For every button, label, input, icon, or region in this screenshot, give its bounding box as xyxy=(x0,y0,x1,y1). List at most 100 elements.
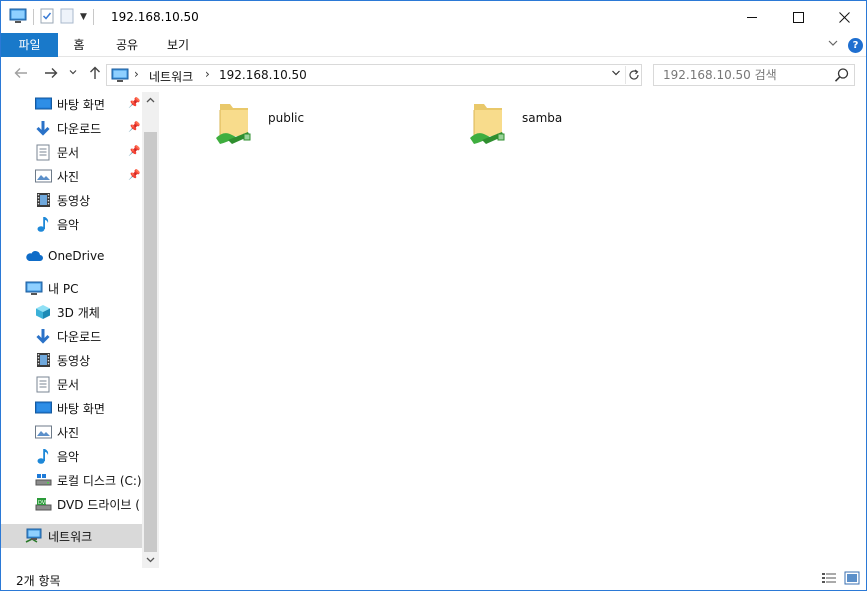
minimize-button[interactable] xyxy=(729,1,775,33)
up-arrow-icon xyxy=(90,66,100,79)
breadcrumb-host[interactable]: 192.168.10.50 xyxy=(219,68,307,82)
svg-text:DVD: DVD xyxy=(38,500,49,506)
nav-item-network[interactable]: 네트워크 xyxy=(1,524,142,548)
explorer-window: ▼ 192.168.10.50 파일 홈 공유 보기 ? › 네트워크 › 19… xyxy=(0,0,867,591)
nav-item-this-pc[interactable]: 내 PC xyxy=(1,276,142,300)
search-input[interactable] xyxy=(654,65,830,85)
maximize-button[interactable] xyxy=(775,1,821,33)
help-icon[interactable]: ? xyxy=(848,38,863,53)
desktop-icon xyxy=(34,95,52,113)
customize-qat-chevron-icon[interactable]: ▼ xyxy=(80,12,87,22)
share-item-label: public xyxy=(268,111,305,125)
nav-item-pictures[interactable]: 사진 xyxy=(1,164,142,188)
nav-item-music[interactable]: 음악 xyxy=(1,212,142,236)
back-arrow-icon xyxy=(14,68,27,78)
close-icon xyxy=(838,11,850,23)
quick-access-toolbar: ▼ xyxy=(9,8,94,26)
network-icon xyxy=(25,527,43,545)
nav-item-downloads[interactable]: 다운로드 xyxy=(1,116,142,140)
search-icon[interactable] xyxy=(834,67,850,83)
maximize-icon xyxy=(792,11,804,23)
share-item-samba[interactable]: samba xyxy=(468,100,562,152)
forward-arrow-icon xyxy=(45,68,58,78)
nav-item-local-disk[interactable]: 로컬 디스크 (C:) xyxy=(1,468,142,492)
nav-item-videos[interactable]: 동영상 xyxy=(1,188,142,212)
nav-item-pc-music[interactable]: 음악 xyxy=(1,444,142,468)
music-icon xyxy=(34,447,52,465)
nav-item-pc-documents[interactable]: 문서 xyxy=(1,372,142,396)
item-count: 2개 항목 xyxy=(16,574,61,588)
ribbon-tabs: 파일 홈 공유 보기 ? xyxy=(1,33,866,57)
nav-item-dvd-drive[interactable]: DVD DVD 드라이브 ( xyxy=(1,492,142,516)
nav-item-pc-downloads[interactable]: 다운로드 xyxy=(1,324,142,348)
scroll-up-icon[interactable] xyxy=(142,92,159,109)
close-button[interactable] xyxy=(821,1,867,33)
pc-icon xyxy=(25,279,43,297)
cube-icon xyxy=(34,303,52,321)
status-bar: 2개 항목 xyxy=(1,568,866,590)
back-button[interactable] xyxy=(11,65,31,85)
navigation-pane: 바탕 화면 📌 다운로드 📌 문서 📌 사진 📌 동영상 음악 OneDrive… xyxy=(1,92,159,568)
qat-separator xyxy=(92,9,94,25)
breadcrumb-chevron-icon[interactable]: › xyxy=(134,67,139,81)
nav-item-pc-pictures[interactable]: 사진 xyxy=(1,420,142,444)
search-box[interactable] xyxy=(653,64,855,86)
address-bar[interactable]: › 네트워크 › 192.168.10.50 xyxy=(106,64,642,86)
pc-icon xyxy=(111,68,129,86)
shared-folder-icon xyxy=(468,100,508,146)
nav-item-3d-objects[interactable]: 3D 개체 xyxy=(1,300,142,324)
breadcrumb-network[interactable]: 네트워크 xyxy=(149,68,193,85)
expand-ribbon-chevron-icon[interactable] xyxy=(827,37,839,52)
up-button[interactable] xyxy=(85,65,105,85)
minimize-icon xyxy=(746,16,757,18)
qat-separator xyxy=(33,9,34,25)
drive-icon xyxy=(34,471,52,489)
recent-locations-button[interactable] xyxy=(63,65,83,85)
nav-item-desktop[interactable]: 바탕 화면 xyxy=(1,92,142,116)
large-icons-view-icon[interactable] xyxy=(844,571,860,587)
pin-icon[interactable]: 📌 xyxy=(128,122,140,133)
content-area[interactable]: public samba xyxy=(159,92,866,568)
nav-item-documents[interactable]: 문서 xyxy=(1,140,142,164)
desktop-icon xyxy=(34,399,52,417)
download-icon xyxy=(34,119,52,137)
document-icon xyxy=(34,375,52,393)
scrollbar-thumb[interactable] xyxy=(144,132,157,552)
nav-item-pc-desktop[interactable]: 바탕 화면 xyxy=(1,396,142,420)
pictures-icon xyxy=(34,167,52,185)
share-item-public[interactable]: public xyxy=(214,100,304,152)
new-folder-icon[interactable] xyxy=(60,8,74,27)
nav-pane-scrollbar[interactable] xyxy=(142,92,159,568)
tab-home[interactable]: 홈 xyxy=(63,33,95,57)
nav-item-onedrive[interactable]: OneDrive xyxy=(1,244,142,268)
navigation-bar: › 네트워크 › 192.168.10.50 xyxy=(1,58,866,92)
dvd-icon: DVD xyxy=(34,495,52,513)
properties-icon[interactable] xyxy=(40,8,54,27)
video-icon xyxy=(34,191,52,209)
pin-icon[interactable]: 📌 xyxy=(128,170,140,181)
download-icon xyxy=(34,327,52,345)
scroll-down-icon[interactable] xyxy=(142,551,159,568)
refresh-button[interactable] xyxy=(625,66,641,84)
tab-file[interactable]: 파일 xyxy=(1,33,58,57)
music-icon xyxy=(34,215,52,233)
cloud-icon xyxy=(25,247,43,265)
chevron-down-icon xyxy=(69,70,77,75)
breadcrumb-chevron-icon[interactable]: › xyxy=(205,67,210,81)
details-view-icon[interactable] xyxy=(821,571,837,587)
pc-icon[interactable] xyxy=(9,8,27,27)
title-bar: ▼ 192.168.10.50 xyxy=(1,1,866,33)
tab-view[interactable]: 보기 xyxy=(158,33,198,57)
tab-share[interactable]: 공유 xyxy=(107,33,147,57)
pictures-icon xyxy=(34,423,52,441)
document-icon xyxy=(34,143,52,161)
pin-icon[interactable]: 📌 xyxy=(128,98,140,109)
pin-icon[interactable]: 📌 xyxy=(128,146,140,157)
shared-folder-icon xyxy=(214,100,254,146)
video-icon xyxy=(34,351,52,369)
refresh-icon xyxy=(628,69,639,80)
nav-item-pc-videos[interactable]: 동영상 xyxy=(1,348,142,372)
share-item-label: samba xyxy=(522,111,563,125)
address-dropdown-icon[interactable] xyxy=(611,68,621,81)
forward-button[interactable] xyxy=(41,65,61,85)
